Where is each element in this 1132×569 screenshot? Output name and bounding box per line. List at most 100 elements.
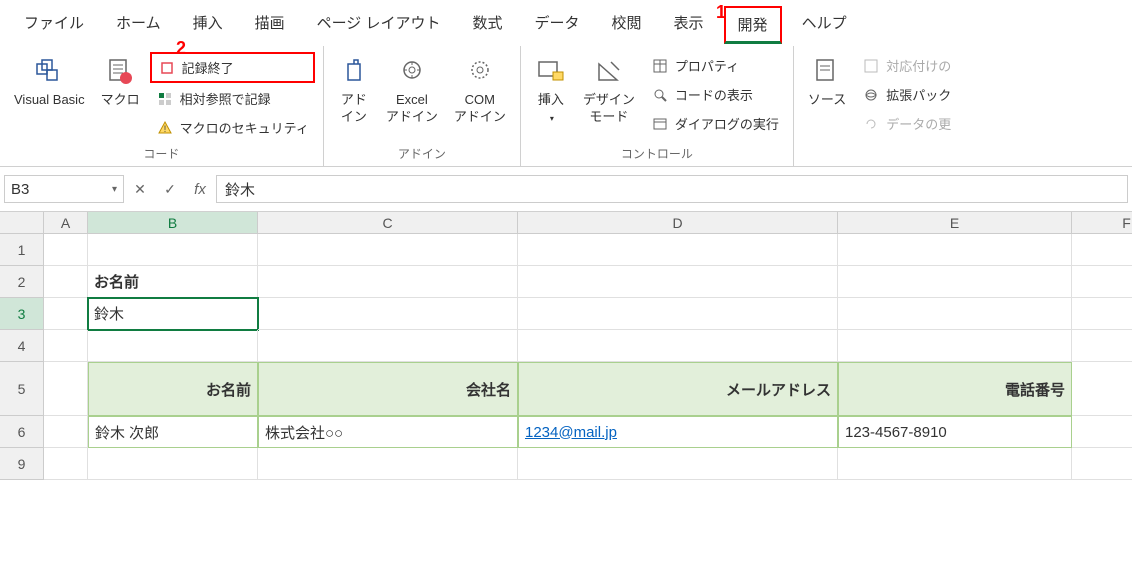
cell-b2[interactable]: お名前 [88,266,258,298]
group-label-code: コード [143,145,179,162]
menu-home[interactable]: ホーム [104,6,173,44]
ribbon-group-addins: アド イン Excel アドイン COM アドイン アドイン [324,46,521,166]
menu-data[interactable]: データ [523,6,592,44]
row-header-1[interactable]: 1 [0,234,44,266]
cell-b3[interactable]: 鈴木 [88,298,258,330]
row-header-2[interactable]: 2 [0,266,44,298]
relative-reference-button[interactable]: 相対参照で記録 [150,85,315,112]
menu-review[interactable]: 校閲 [600,6,654,44]
name-box[interactable]: B3 ▾ [4,175,124,203]
cells-area[interactable]: お名前 鈴木 [44,234,1132,480]
formula-input[interactable]: 鈴木 [216,175,1128,203]
menu-insert[interactable]: 挿入 [181,6,235,44]
cell-b1[interactable] [88,234,258,266]
col-header-f[interactable]: F [1072,212,1132,234]
cell-b6[interactable]: 鈴木 次郎 [88,416,258,448]
col-header-d[interactable]: D [518,212,838,234]
enter-button[interactable]: ✓ [156,175,184,203]
cell-f1[interactable] [1072,234,1132,266]
run-dialog-button[interactable]: ダイアログの実行 [645,110,785,137]
cell-a9[interactable] [44,448,88,480]
cell-f4[interactable] [1072,330,1132,362]
cell-e2[interactable] [838,266,1072,298]
cell-e5[interactable]: 電話番号 [838,362,1072,416]
row-header-4[interactable]: 4 [0,330,44,362]
refresh-data-button: データの更 [856,110,957,137]
col-header-c[interactable]: C [258,212,518,234]
macro-security-button[interactable]: ! マクロのセキュリティ [150,114,315,141]
cell-b9[interactable] [88,448,258,480]
cell-c9[interactable] [258,448,518,480]
view-code-button[interactable]: コードの表示 [645,81,785,108]
design-mode-button[interactable]: デザイン モード [577,52,641,130]
macro-button[interactable]: マクロ [95,52,146,113]
cell-d9[interactable] [518,448,838,480]
cancel-button[interactable]: ✕ [126,175,154,203]
cell-a2[interactable] [44,266,88,298]
cell-d4[interactable] [518,330,838,362]
cell-c3[interactable] [258,298,518,330]
row-header-5[interactable]: 5 [0,362,44,416]
stop-recording-button[interactable]: 記録終了 [150,52,315,83]
cell-c5[interactable]: 会社名 [258,362,518,416]
col-header-e[interactable]: E [838,212,1072,234]
cell-d3[interactable] [518,298,838,330]
menu-help[interactable]: ヘルプ [790,6,859,44]
insert-function-button[interactable]: fx [186,175,214,203]
cell-a3[interactable] [44,298,88,330]
cell-a6[interactable] [44,416,88,448]
select-all-corner[interactable] [0,212,44,234]
cell-c1[interactable] [258,234,518,266]
cell-f5[interactable] [1072,362,1132,416]
cell-b5[interactable]: お名前 [88,362,258,416]
menu-developer[interactable]: 開発 [724,6,782,44]
cell-d2[interactable] [518,266,838,298]
menu-view[interactable]: 表示 [662,6,716,44]
properties-button[interactable]: プロパティ [645,52,785,79]
row-headers: 1 2 3 4 5 6 9 [0,212,44,480]
cell-a1[interactable] [44,234,88,266]
cell-e6[interactable]: 123-4567-8910 [838,416,1072,448]
source-label: ソース [808,92,846,109]
visual-basic-label: Visual Basic [14,92,85,109]
visual-basic-button[interactable]: Visual Basic [8,52,91,113]
menu-formulas[interactable]: 数式 [460,6,514,44]
col-header-b[interactable]: B [88,212,258,234]
insert-button[interactable]: 挿入▾ [529,52,573,130]
row-header-3[interactable]: 3 [0,298,44,330]
expansion-pack-button[interactable]: 拡張パック [856,81,957,108]
cell-b4[interactable] [88,330,258,362]
cell-e1[interactable] [838,234,1072,266]
menu-file[interactable]: ファイル [12,6,96,44]
run-dialog-label: ダイアログの実行 [675,114,779,133]
menu-draw[interactable]: 描画 [243,6,297,44]
row-header-6[interactable]: 6 [0,416,44,448]
menu-page-layout[interactable]: ページ レイアウト [305,6,453,44]
cell-e4[interactable] [838,330,1072,362]
cell-c2[interactable] [258,266,518,298]
cell-c4[interactable] [258,330,518,362]
cell-d1[interactable] [518,234,838,266]
cell-e3[interactable] [838,298,1072,330]
cell-f9[interactable] [1072,448,1132,480]
source-button[interactable]: ソース [802,52,852,113]
com-addin-button[interactable]: COM アドイン [448,52,512,130]
addin-button[interactable]: アド イン [332,52,376,130]
cell-f2[interactable] [1072,266,1132,298]
col-header-a[interactable]: A [44,212,88,234]
chevron-down-icon[interactable]: ▾ [112,184,117,195]
cell-f6[interactable] [1072,416,1132,448]
annotation-2: 2 [176,38,186,59]
check-icon: ✓ [164,181,176,198]
cell-c6[interactable]: 株式会社○○ [258,416,518,448]
excel-addin-button[interactable]: Excel アドイン [380,52,444,130]
ribbon-group-xml: ソース 対応付けの 拡張パック [794,46,965,166]
cell-a5[interactable] [44,362,88,416]
cell-e9[interactable] [838,448,1072,480]
cell-d6[interactable]: 1234@mail.jp [518,416,838,448]
row-header-9[interactable]: 9 [0,448,44,480]
cell-a4[interactable] [44,330,88,362]
refresh-icon [862,115,880,133]
cell-f3[interactable] [1072,298,1132,330]
cell-d5[interactable]: メールアドレス [518,362,838,416]
